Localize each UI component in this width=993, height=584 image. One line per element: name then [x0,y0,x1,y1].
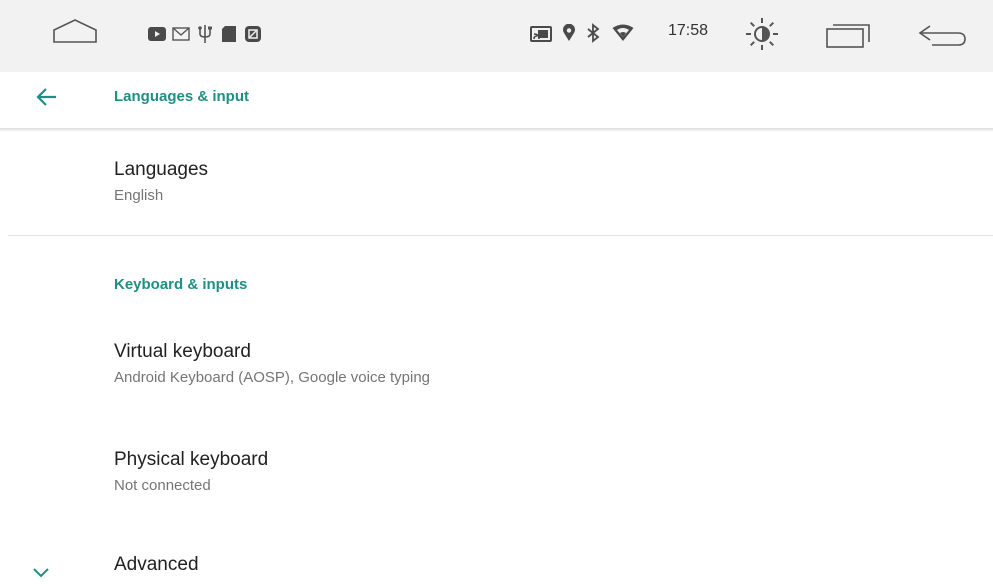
home-icon[interactable] [52,18,98,44]
app-square-icon [244,25,262,43]
location-icon [562,24,576,42]
physical-keyboard-item[interactable]: Physical keyboard Not connected [114,448,268,496]
brightness-icon[interactable] [744,16,780,52]
app-bar-shadow [0,128,993,132]
wifi-icon [612,24,634,42]
usb-icon [197,24,213,44]
virtual-keyboard-summary: Android Keyboard (AOSP), Google voice ty… [114,369,431,386]
cast-icon [530,26,552,42]
youtube-icon [148,27,166,41]
keyboard-section-header: Keyboard & inputs [114,276,248,293]
recents-icon[interactable] [826,22,870,48]
physical-keyboard-summary: Not connected [114,477,211,494]
advanced-title: Advanced [114,554,199,575]
status-bar: 17:58 [0,0,993,72]
physical-keyboard-title: Physical keyboard [114,449,269,470]
virtual-keyboard-title: Virtual keyboard [114,341,251,362]
sd-card-icon [221,25,237,43]
divider [8,235,993,236]
page-title: Languages & input [114,88,249,105]
languages-summary: English [114,187,164,204]
gmail-icon [172,27,190,41]
app-bar: Languages & input [0,72,993,128]
bluetooth-icon [586,23,600,43]
clock: 17:58 [668,22,709,39]
back-arrow-icon[interactable] [34,84,60,110]
languages-item[interactable]: Languages English [114,158,208,206]
back-nav-icon[interactable] [918,24,968,46]
virtual-keyboard-item[interactable]: Virtual keyboard Android Keyboard (AOSP)… [114,340,430,388]
advanced-item[interactable]: Advanced [114,553,199,577]
languages-title: Languages [114,159,209,180]
chevron-down-icon[interactable] [32,566,50,578]
